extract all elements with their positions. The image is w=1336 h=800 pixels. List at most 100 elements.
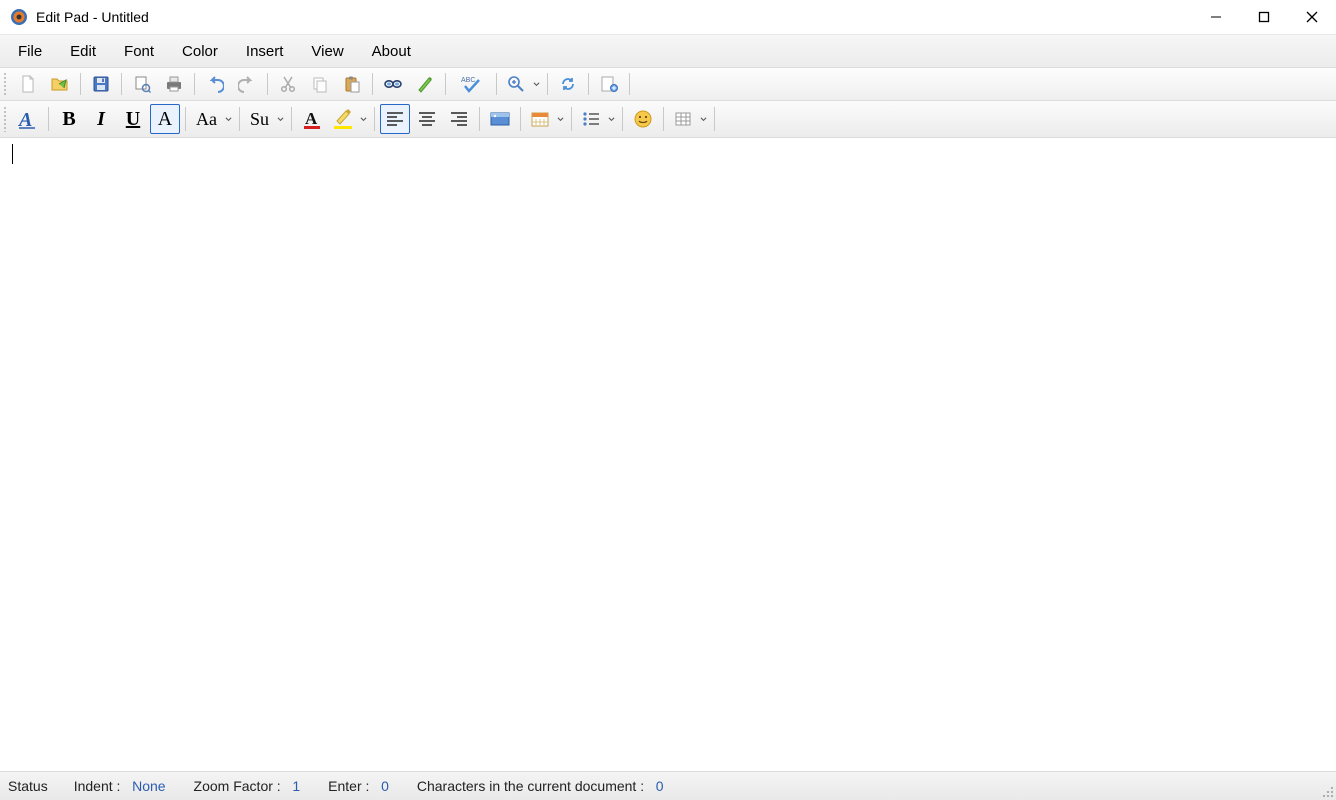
- window: Edit Pad - Untitled File Edit Font Color…: [0, 0, 1336, 800]
- menu-file[interactable]: File: [4, 38, 56, 65]
- clear-format-button[interactable]: A: [150, 104, 180, 134]
- statusbar: Status Indent : None Zoom Factor : 1 Ent…: [0, 771, 1336, 800]
- save-button[interactable]: [86, 70, 116, 98]
- highlight-pen-icon: [416, 75, 434, 93]
- toolbar-separator: [267, 73, 268, 95]
- open-file-button[interactable]: [45, 70, 75, 98]
- toolbar-separator: [496, 73, 497, 95]
- chevron-down-icon: [530, 81, 540, 88]
- insert-date-button[interactable]: [526, 104, 566, 134]
- print-preview-button[interactable]: [127, 70, 157, 98]
- menubar: File Edit Font Color Insert View About: [0, 35, 1336, 68]
- toolbar-separator: [629, 73, 630, 95]
- change-case-button[interactable]: Aa: [191, 104, 234, 134]
- insert-table-button[interactable]: [669, 104, 709, 134]
- bold-button[interactable]: B: [54, 104, 84, 134]
- emoji-button[interactable]: [628, 104, 658, 134]
- save-icon: [92, 75, 110, 93]
- print-preview-icon: [133, 75, 151, 93]
- print-button[interactable]: [159, 70, 189, 98]
- close-button[interactable]: [1288, 0, 1336, 34]
- highlight-color-icon: [332, 108, 354, 130]
- minimize-button[interactable]: [1192, 0, 1240, 34]
- toolbar-separator: [520, 107, 521, 131]
- toolbar-separator: [571, 107, 572, 131]
- superscript-subscript-button[interactable]: Su: [245, 104, 286, 134]
- redo-button[interactable]: [232, 70, 262, 98]
- app-icon: [10, 8, 28, 26]
- chevron-down-icon: [697, 116, 707, 123]
- font-color-icon: A: [302, 108, 322, 130]
- undo-icon: [206, 75, 224, 93]
- insert-table-icon: [674, 110, 692, 128]
- spellcheck-button[interactable]: ABC: [451, 70, 491, 98]
- font-style-icon: A: [17, 108, 39, 130]
- menu-view[interactable]: View: [297, 38, 357, 65]
- toolbar-separator: [121, 73, 122, 95]
- align-center-button[interactable]: [412, 104, 442, 134]
- cut-button[interactable]: [273, 70, 303, 98]
- menu-color[interactable]: Color: [168, 38, 232, 65]
- zoom-icon: [507, 75, 525, 93]
- change-case-icon: Aa: [196, 109, 217, 130]
- italic-icon: I: [97, 108, 105, 131]
- align-left-button[interactable]: [380, 104, 410, 134]
- bullets-button[interactable]: [577, 104, 617, 134]
- font-color-button[interactable]: A: [297, 104, 327, 134]
- svg-text:A: A: [17, 109, 32, 130]
- menu-about[interactable]: About: [358, 38, 425, 65]
- highlight-pen-button[interactable]: [410, 70, 440, 98]
- menu-edit[interactable]: Edit: [56, 38, 110, 65]
- clear-format-icon: A: [158, 108, 172, 131]
- paste-icon: [343, 75, 361, 93]
- emoji-icon: [633, 109, 653, 129]
- undo-button[interactable]: [200, 70, 230, 98]
- underline-button[interactable]: U: [118, 104, 148, 134]
- svg-text:ABC: ABC: [461, 77, 475, 84]
- redo-icon: [238, 75, 256, 93]
- toolbar-separator: [374, 107, 375, 131]
- paste-button[interactable]: [337, 70, 367, 98]
- find-button[interactable]: [378, 70, 408, 98]
- toolbar-separator: [663, 107, 664, 131]
- insert-date-icon: [530, 110, 550, 128]
- toolbar-separator: [547, 73, 548, 95]
- highlight-color-button[interactable]: [329, 104, 369, 134]
- toolbar-separator: [714, 107, 715, 131]
- status-indent: Indent : None: [74, 778, 166, 794]
- maximize-button[interactable]: [1240, 0, 1288, 34]
- status-zoom: Zoom Factor : 1: [194, 778, 301, 794]
- menu-font[interactable]: Font: [110, 38, 168, 65]
- chevron-down-icon: [357, 116, 367, 123]
- toolbar-separator: [239, 107, 240, 131]
- editor-area[interactable]: [0, 138, 1336, 771]
- window-title: Edit Pad - Untitled: [36, 9, 149, 25]
- toolbar-separator: [80, 73, 81, 95]
- standard-toolbar: ABC: [0, 68, 1336, 101]
- chevron-down-icon: [605, 116, 615, 123]
- chevron-down-icon: [274, 116, 284, 123]
- status-enter: Enter : 0: [328, 778, 389, 794]
- print-icon: [164, 75, 184, 93]
- zoom-button[interactable]: [502, 69, 542, 99]
- align-right-icon: [449, 110, 469, 128]
- toolbar-separator: [291, 107, 292, 131]
- menu-insert[interactable]: Insert: [232, 38, 298, 65]
- page-setup-button[interactable]: [594, 70, 624, 98]
- format-toolbar: A B I U A Aa Su A: [0, 101, 1336, 138]
- status-label: Status: [8, 778, 48, 794]
- align-left-icon: [385, 110, 405, 128]
- open-file-icon: [50, 75, 70, 93]
- window-resize-grip[interactable]: [1320, 784, 1334, 798]
- refresh-button[interactable]: [553, 70, 583, 98]
- font-style-button[interactable]: A: [13, 104, 43, 134]
- insert-image-button[interactable]: [485, 104, 515, 134]
- italic-button[interactable]: I: [86, 104, 116, 134]
- new-file-icon: [19, 75, 37, 93]
- align-right-button[interactable]: [444, 104, 474, 134]
- toolbar-separator: [588, 73, 589, 95]
- new-file-button[interactable]: [13, 70, 43, 98]
- copy-button[interactable]: [305, 70, 335, 98]
- toolbar-separator: [445, 73, 446, 95]
- toolbar-separator: [194, 73, 195, 95]
